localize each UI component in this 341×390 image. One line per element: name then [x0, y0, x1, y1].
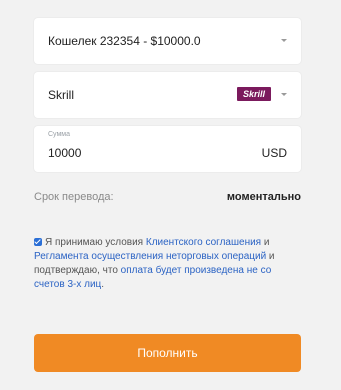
payment-method-select[interactable]: Skrill Skrill	[34, 72, 301, 118]
transfer-term-value: моментально	[226, 191, 301, 203]
payment-method-value: Skrill	[48, 88, 74, 102]
client-agreement-link[interactable]: Клиентского соглашения	[146, 237, 261, 248]
chevron-down-icon	[281, 39, 287, 42]
amount-label: Сумма	[48, 131, 70, 138]
chevron-down-icon	[281, 93, 287, 96]
agreement-text-part: .	[101, 279, 105, 290]
wallet-select[interactable]: Кошелек 232354 - $10000.0	[34, 18, 301, 64]
agreement-text: Я принимаю условия Клиентского соглашени…	[34, 236, 284, 292]
amount-input[interactable]: 10000	[48, 146, 81, 160]
deposit-button[interactable]: Пополнить	[34, 334, 301, 372]
transfer-term-label: Срок перевода:	[34, 191, 114, 203]
amount-currency: USD	[261, 146, 287, 160]
skrill-logo-icon: Skrill	[237, 87, 271, 101]
agreement-text-part: Я принимаю условия	[45, 237, 146, 248]
agreement-text-part: и	[261, 237, 270, 248]
non-trading-rules-link[interactable]: Регламента осуществления неторговых опер…	[34, 251, 266, 262]
amount-field[interactable]: Сумма 10000 USD	[34, 126, 301, 172]
wallet-select-value: Кошелек 232354 - $10000.0	[48, 34, 201, 48]
agreement-checkbox[interactable]	[34, 238, 42, 246]
